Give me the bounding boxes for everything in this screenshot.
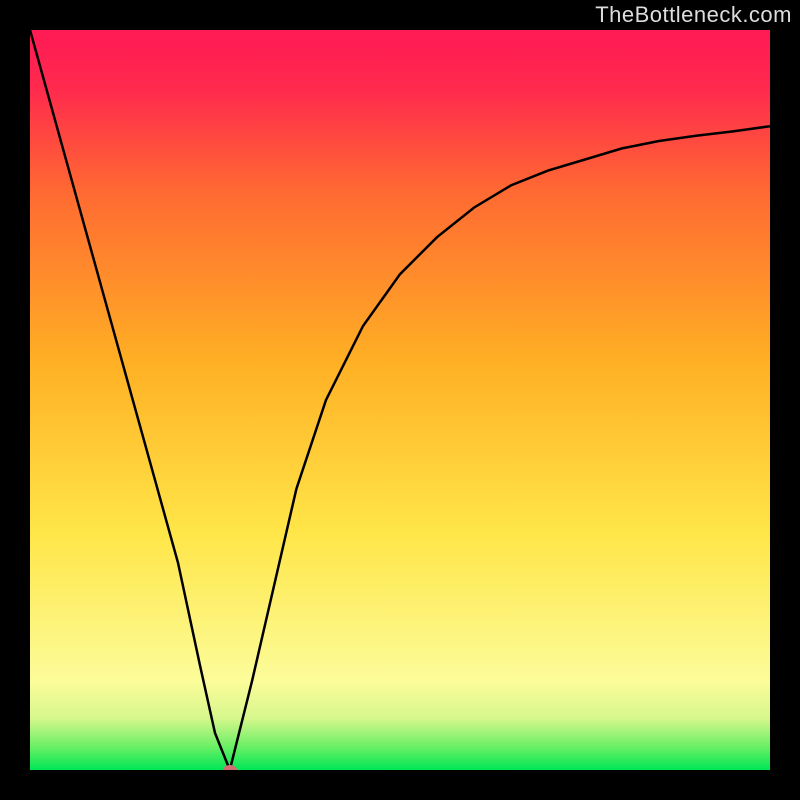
bottleneck-curve [30,30,770,770]
curve-path [30,30,770,770]
watermark-text: TheBottleneck.com [595,2,792,28]
chart-frame: TheBottleneck.com [0,0,800,800]
min-point-marker [223,765,237,770]
plot-area [30,30,770,770]
